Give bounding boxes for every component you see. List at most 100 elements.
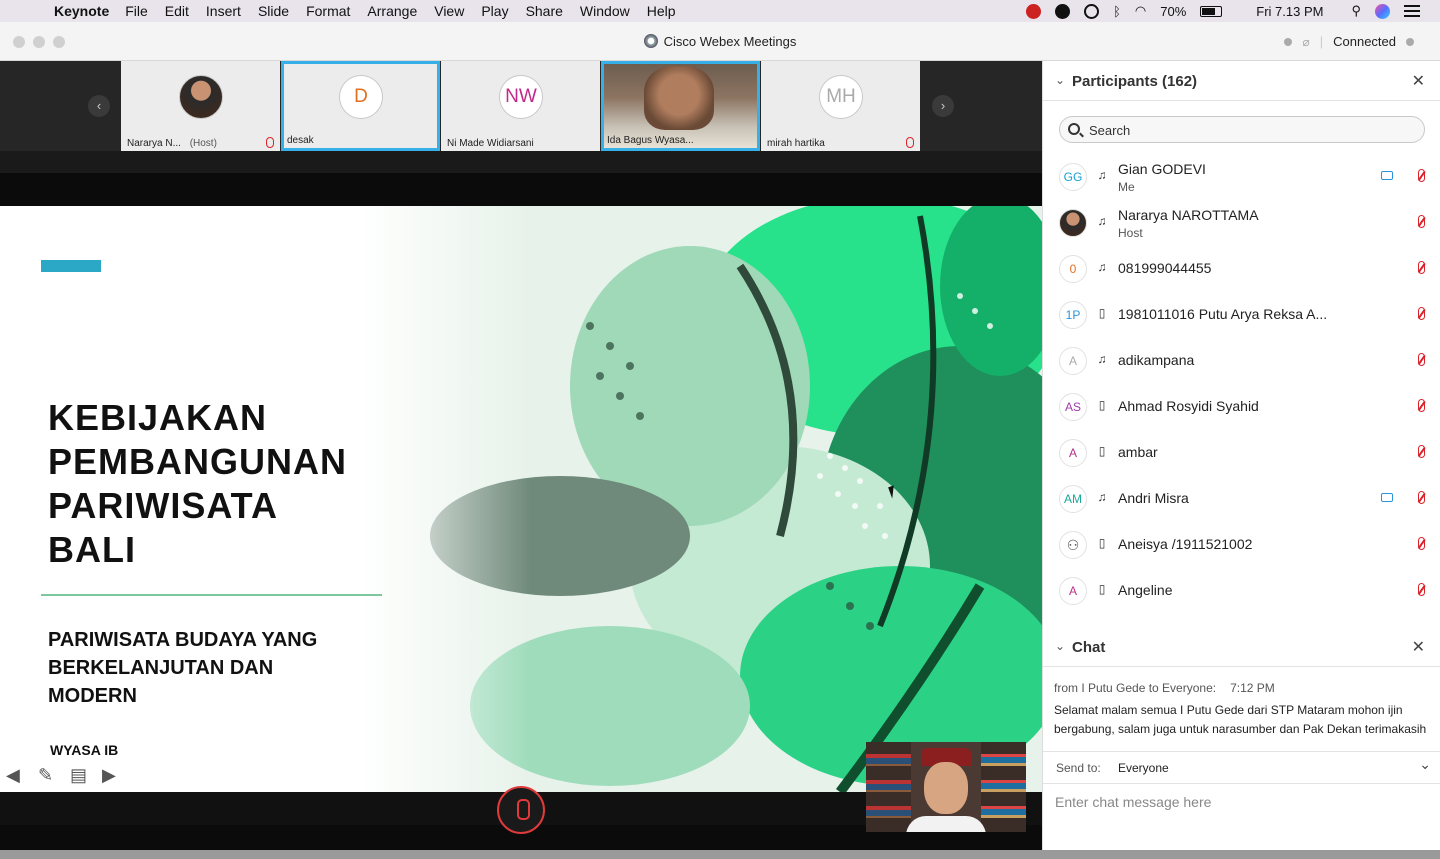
video-thumb-mirah[interactable]: MH mirah hartika (761, 61, 920, 151)
participant-row[interactable]: 1P ▯ 1981011016 Putu Arya Reksa A... (1043, 292, 1440, 338)
video-camera-icon[interactable] (1381, 493, 1393, 502)
participant-name: Aneisya /1911521002 (1118, 536, 1253, 552)
menu-help[interactable]: Help (647, 3, 676, 19)
thumb-name: Ida Bagus Wyasa... (607, 135, 694, 146)
app-menu[interactable]: Keynote (54, 3, 109, 19)
face (924, 762, 968, 814)
participant-row[interactable]: 0 ♫ 081999044455 (1043, 246, 1440, 292)
muted-mic-icon[interactable] (1418, 307, 1425, 320)
window-title-wrap: Cisco Webex Meetings (0, 34, 1440, 49)
thumb-name: mirah hartika (767, 138, 825, 149)
avatar: A (1059, 577, 1087, 605)
send-to-row: Send to: Everyone ⌄ (1043, 751, 1440, 783)
phone-icon: ▯ (1098, 582, 1106, 596)
notification-center-icon[interactable] (1404, 5, 1420, 17)
menu-share[interactable]: Share (526, 3, 563, 19)
dock-edge (0, 850, 1440, 859)
muted-mic-icon[interactable] (1418, 169, 1425, 182)
window-titlebar: Cisco Webex Meetings ⌀ | Connected (0, 22, 1440, 61)
filmstrip: ‹ Nararya N... (Host) D desak NW Ni Made… (0, 61, 1042, 151)
subtitle-line: PARIWISATA BUDAYA YANG (48, 629, 318, 651)
muted-mic-icon[interactable] (1418, 353, 1425, 366)
muted-mic-icon[interactable] (1418, 215, 1425, 228)
close-participants-icon[interactable]: ✕ (1412, 71, 1425, 91)
collapse-chevron-icon[interactable]: ⌄ (1055, 639, 1065, 653)
participant-row[interactable]: A ▯ ambar (1043, 430, 1440, 476)
next-slide-icon[interactable]: ▶ (102, 766, 122, 784)
search-input[interactable] (1089, 121, 1409, 139)
menu-edit[interactable]: Edit (165, 3, 189, 19)
filmstrip-next-button[interactable]: › (932, 95, 954, 117)
battery-percent: 70% (1160, 3, 1187, 19)
participants-header: ⌄ Participants (162) ✕ (1043, 61, 1440, 101)
menu-view[interactable]: View (434, 3, 464, 19)
muted-mic-icon[interactable] (1418, 261, 1425, 274)
bluetooth-icon[interactable]: ᛒ (1113, 4, 1121, 19)
video-thumb-desak[interactable]: D desak (281, 61, 440, 151)
status-area: ᛒ ◠ 70% Fri 7.13 PM ⚲ (1026, 0, 1420, 22)
menu-insert[interactable]: Insert (206, 3, 241, 19)
muted-mic-icon[interactable] (1418, 537, 1425, 550)
avatar: AS (1059, 393, 1087, 421)
dropbox-icon[interactable] (1026, 3, 1042, 19)
menu-slide[interactable]: Slide (258, 3, 289, 19)
wifi-icon[interactable]: ◠ (1135, 3, 1146, 19)
chat-header: ⌄ Chat ✕ (1043, 627, 1440, 667)
send-to-select[interactable]: Everyone (1118, 761, 1169, 775)
participant-row[interactable]: GG ♫ Gian GODEVI Me (1043, 154, 1440, 200)
muted-mic-icon (266, 137, 274, 148)
time-machine-icon[interactable] (1084, 3, 1100, 19)
video-camera-icon[interactable] (1381, 171, 1393, 180)
participant-role: Me (1118, 180, 1135, 194)
notes-icon[interactable]: ▤ (70, 766, 90, 784)
clock[interactable]: Fri 7.13 PM (1256, 4, 1323, 19)
unmute-button[interactable] (497, 786, 545, 834)
siri-icon[interactable] (1375, 3, 1390, 19)
filmstrip-prev-button[interactable]: ‹ (88, 95, 110, 117)
participant-row[interactable]: A ▯ Angeline (1043, 568, 1440, 614)
pen-icon[interactable]: ✎ (38, 766, 58, 784)
menu-window[interactable]: Window (580, 3, 630, 19)
thumb-name: Nararya N... (Host) (127, 138, 217, 149)
participant-search (1059, 116, 1425, 143)
battery-icon[interactable] (1200, 5, 1223, 17)
shirt (906, 816, 986, 832)
muted-mic-icon[interactable] (1418, 445, 1425, 458)
self-view-video[interactable] (866, 742, 1026, 832)
participant-row[interactable]: AM ♫ Andri Misra (1043, 476, 1440, 522)
filmstrip-divider (0, 151, 1042, 173)
muted-mic-icon[interactable] (1418, 491, 1425, 504)
meeting-stage: ‹ Nararya N... (Host) D desak NW Ni Made… (0, 61, 1042, 850)
previous-slide-icon[interactable]: ◀ (6, 766, 26, 784)
participant-row[interactable]: ♫ Nararya NAROTTAMA Host (1043, 200, 1440, 246)
connected-label: Connected (1333, 34, 1396, 49)
participant-row[interactable]: ⚇ ▯ Aneisya /1911521002 (1043, 522, 1440, 568)
menu-arrange[interactable]: Arrange (367, 3, 417, 19)
participant-row[interactable]: AS ▯ Ahmad Rosyidi Syahid (1043, 384, 1440, 430)
thumb-name: desak (287, 135, 314, 146)
spotlight-icon[interactable]: ⚲ (1351, 3, 1361, 19)
slide-divider (41, 594, 382, 596)
close-chat-icon[interactable]: ✕ (1412, 637, 1425, 657)
video-thumb-ida-bagus[interactable]: Ida Bagus Wyasa... (601, 61, 760, 151)
avatar: NW (499, 75, 543, 119)
slide-author: WYASA IB (50, 742, 119, 758)
bookshelf (981, 742, 1026, 832)
subtitle-line: BERKELANJUTAN DAN (48, 657, 274, 679)
sync-icon[interactable] (1055, 3, 1071, 19)
menu-format[interactable]: Format (306, 3, 350, 19)
video-thumb-ni-made[interactable]: NW Ni Made Widiarsani (441, 61, 600, 151)
menu-play[interactable]: Play (481, 3, 508, 19)
video-thumb-host[interactable]: Nararya N... (Host) (121, 61, 280, 151)
menu-file[interactable]: File (125, 3, 148, 19)
participant-row[interactable]: A ♫ adikampana (1043, 338, 1440, 384)
tropical-leaves-image (360, 206, 1042, 792)
slide-accent-bar (41, 260, 101, 272)
slide-title: KEBIJAKAN PEMBANGUNAN PARIWISATA BALI (48, 396, 388, 572)
phone-icon: ▯ (1098, 306, 1106, 320)
muted-mic-icon[interactable] (1418, 399, 1425, 412)
chat-input[interactable] (1055, 794, 1425, 834)
chevron-down-icon[interactable]: ⌄ (1419, 756, 1431, 773)
muted-mic-icon[interactable] (1418, 583, 1425, 596)
collapse-chevron-icon[interactable]: ⌄ (1055, 73, 1065, 87)
